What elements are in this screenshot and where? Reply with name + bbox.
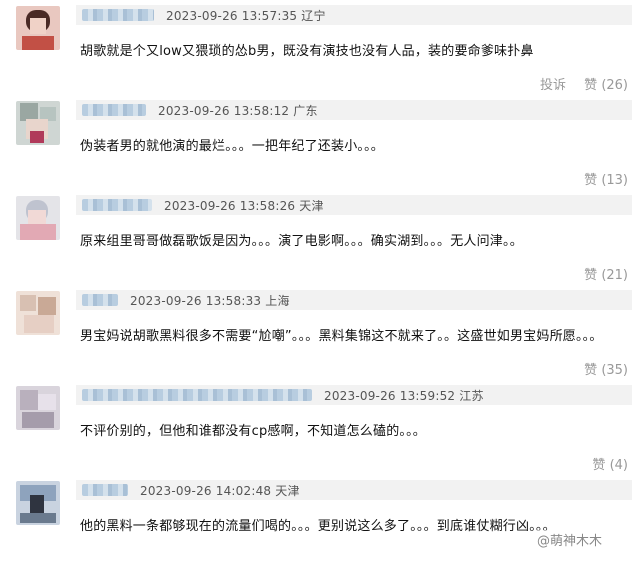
username-redacted[interactable] (82, 484, 128, 496)
comment-item: 2023-09-26 13:58:33 上海 男宝妈说胡歌黑料很多不需要“尬嘲”。… (0, 285, 640, 380)
username-redacted[interactable] (82, 294, 118, 306)
comment-header: 2023-09-26 13:57:35 辽宁 (76, 5, 632, 25)
user-avatar[interactable] (16, 291, 60, 335)
like-button[interactable]: 赞 (26) (584, 78, 628, 93)
like-label: 赞 (584, 78, 598, 93)
comment-meta: 2023-09-26 14:02:48 天津 (140, 482, 300, 499)
comment-item: 2023-09-26 13:58:12 广东 伪装者男的就他演的最烂。。。一把年纪… (0, 95, 640, 190)
like-label: 赞 (584, 268, 598, 283)
username-redacted[interactable] (82, 389, 312, 401)
like-label: 赞 (592, 458, 606, 473)
comment-location: 天津 (275, 483, 300, 498)
username-redacted[interactable] (82, 104, 146, 116)
comment-header: 2023-09-26 13:58:12 广东 (76, 100, 632, 120)
username-redacted[interactable] (82, 9, 154, 21)
comment-header: 2023-09-26 13:59:52 江苏 (76, 385, 632, 405)
comment-actions: 赞 (13) (570, 169, 628, 188)
user-avatar[interactable] (16, 101, 60, 145)
like-count: (21) (601, 268, 628, 283)
like-button[interactable]: 赞 (35) (584, 363, 628, 378)
comment-time: 2023-09-26 14:02:48 (140, 483, 272, 498)
username-redacted[interactable] (82, 199, 152, 211)
comment-location: 天津 (299, 198, 324, 213)
comment-meta: 2023-09-26 13:58:33 上海 (130, 292, 290, 309)
comment-location: 上海 (265, 293, 290, 308)
report-button[interactable]: 投诉 (540, 78, 566, 93)
like-button[interactable]: 赞 (4) (592, 458, 628, 473)
user-avatar[interactable] (16, 481, 60, 525)
comment-meta: 2023-09-26 13:58:26 天津 (164, 197, 324, 214)
like-label: 赞 (584, 363, 598, 378)
comment-text: 胡歌就是个又low又猥琐的怂b男，既没有演技也没有人品，装的要命爹味扑鼻 (80, 44, 534, 59)
like-label: 赞 (584, 173, 598, 188)
comment-meta: 2023-09-26 13:59:52 江苏 (324, 387, 484, 404)
comment-text: 男宝妈说胡歌黑料很多不需要“尬嘲”。。。黑料集锦这不就来了。。这盛世如男宝妈所愿… (80, 329, 603, 344)
comment-location: 广东 (293, 103, 318, 118)
comment-meta: 2023-09-26 13:58:12 广东 (158, 102, 318, 119)
comment-text: 原来组里哥哥做磊歌饭是因为。。。演了电影啊。。。确实湖到。。。无人问津。。 (80, 234, 523, 249)
comment-actions: 赞 (21) (570, 264, 628, 283)
comment-time: 2023-09-26 13:57:35 (166, 8, 298, 23)
comment-time: 2023-09-26 13:58:26 (164, 198, 296, 213)
user-avatar[interactable] (16, 386, 60, 430)
comment-meta: 2023-09-26 13:57:35 辽宁 (166, 7, 326, 24)
user-avatar[interactable] (16, 196, 60, 240)
comment-time: 2023-09-26 13:58:33 (130, 293, 262, 308)
comment-item: 2023-09-26 13:57:35 辽宁 胡歌就是个又low又猥琐的怂b男，既… (0, 0, 640, 95)
like-count: (13) (601, 173, 628, 188)
comment-header: 2023-09-26 13:58:33 上海 (76, 290, 632, 310)
comment-location: 辽宁 (301, 8, 326, 23)
comment-text: 他的黑料一条都够现在的流量们喝的。。。更别说这么多了。。。到底谁仗糊行凶。。。 (80, 519, 556, 534)
comment-item: 2023-09-26 14:02:48 天津 他的黑料一条都够现在的流量们喝的。。… (0, 475, 640, 570)
comment-actions: 投诉 赞 (26) (526, 74, 628, 93)
like-count: (4) (609, 458, 628, 473)
comment-header: 2023-09-26 14:02:48 天津 (76, 480, 632, 500)
user-avatar[interactable] (16, 6, 60, 50)
like-button[interactable]: 赞 (13) (584, 173, 628, 188)
comment-location: 江苏 (459, 388, 484, 403)
comment-time: 2023-09-26 13:59:52 (324, 388, 456, 403)
comment-item: 2023-09-26 13:59:52 江苏 不评价别的，但他和谁都没有cp感啊，… (0, 380, 640, 475)
comment-actions: 赞 (4) (578, 454, 628, 473)
comment-time: 2023-09-26 13:58:12 (158, 103, 290, 118)
comment-text: 不评价别的，但他和谁都没有cp感啊，不知道怎么磕的。。。 (80, 424, 426, 439)
comment-actions: 赞 (35) (570, 359, 628, 378)
like-button[interactable]: 赞 (21) (584, 268, 628, 283)
like-count: (26) (601, 78, 628, 93)
like-count: (35) (601, 363, 628, 378)
comment-header: 2023-09-26 13:58:26 天津 (76, 195, 632, 215)
comment-item: 2023-09-26 13:58:26 天津 原来组里哥哥做磊歌饭是因为。。。演了… (0, 190, 640, 285)
comment-text: 伪装者男的就他演的最烂。。。一把年纪了还装小。。。 (80, 139, 385, 154)
watermark: @萌神木木 (537, 530, 603, 549)
